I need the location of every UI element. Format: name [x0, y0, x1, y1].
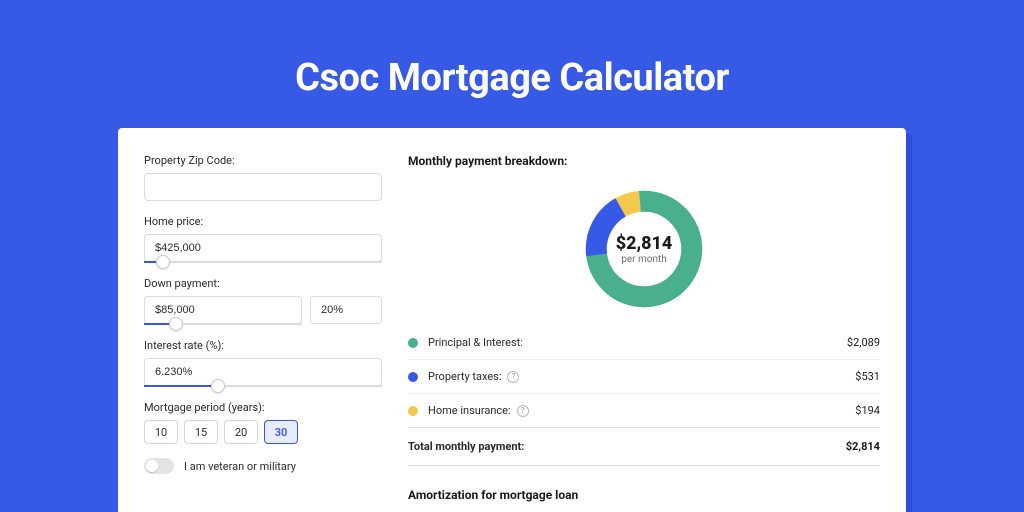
home-price-label: Home price: — [144, 215, 382, 228]
veteran-label: I am veteran or military — [184, 460, 296, 473]
zip-group: Property Zip Code: — [144, 154, 382, 201]
period-option-30[interactable]: 30 — [264, 420, 298, 444]
legend-dot — [408, 372, 418, 382]
legend-row-tax: Property taxes:? $531 — [408, 360, 880, 394]
zip-input[interactable] — [144, 173, 382, 201]
interest-slider[interactable] — [144, 385, 382, 387]
legend-label: Property taxes: — [428, 370, 501, 383]
down-payment-label: Down payment: — [144, 277, 382, 290]
page-title: Csoc Mortgage Calculator — [0, 0, 1024, 128]
period-group: Mortgage period (years): 10152030 — [144, 401, 382, 444]
interest-group: Interest rate (%): — [144, 339, 382, 387]
legend-value: $2,089 — [847, 336, 880, 349]
legend-row-ins: Home insurance:? $194 — [408, 394, 880, 427]
legend-dot — [408, 338, 418, 348]
legend-value: $194 — [855, 404, 880, 417]
donut-chart: $2,814 per month — [581, 186, 707, 312]
amortization-section: Amortization for mortgage loan Amortizat… — [408, 488, 880, 512]
legend-label: Home insurance: — [428, 404, 511, 417]
legend-value: $531 — [855, 370, 880, 383]
veteran-toggle[interactable] — [144, 458, 174, 474]
down-payment-amount-input[interactable] — [144, 296, 302, 324]
slider-thumb[interactable] — [156, 255, 170, 269]
total-value: $2,814 — [846, 440, 880, 453]
veteran-row: I am veteran or military — [144, 458, 382, 474]
amortization-title: Amortization for mortgage loan — [408, 488, 880, 502]
down-payment-pct-input[interactable] — [310, 296, 382, 324]
legend-label: Principal & Interest: — [428, 336, 523, 349]
home-price-group: Home price: — [144, 215, 382, 263]
legend-dot — [408, 406, 418, 416]
period-option-20[interactable]: 20 — [224, 420, 258, 444]
period-option-15[interactable]: 15 — [184, 420, 218, 444]
inputs-panel: Property Zip Code: Home price: Down paym… — [144, 154, 382, 512]
zip-label: Property Zip Code: — [144, 154, 382, 167]
total-row: Total monthly payment: $2,814 — [408, 427, 880, 466]
donut-sub: per month — [621, 254, 667, 265]
period-option-10[interactable]: 10 — [144, 420, 178, 444]
home-price-slider[interactable] — [144, 261, 382, 263]
down-payment-group: Down payment: — [144, 277, 382, 325]
legend-row-pi: Principal & Interest: $2,089 — [408, 326, 880, 360]
home-price-input[interactable] — [144, 234, 382, 262]
slider-thumb[interactable] — [211, 379, 225, 393]
interest-input[interactable] — [144, 358, 382, 386]
slider-thumb[interactable] — [169, 317, 183, 331]
donut-chart-wrap: $2,814 per month — [408, 178, 880, 326]
interest-label: Interest rate (%): — [144, 339, 382, 352]
breakdown-title: Monthly payment breakdown: — [408, 154, 880, 168]
period-label: Mortgage period (years): — [144, 401, 382, 414]
down-payment-slider[interactable] — [144, 323, 302, 325]
info-icon[interactable]: ? — [507, 371, 519, 383]
donut-amount: $2,814 — [616, 233, 673, 254]
breakdown-panel: Monthly payment breakdown: $2,814 per mo… — [408, 154, 880, 512]
total-label: Total monthly payment: — [408, 440, 524, 453]
calculator-card: Property Zip Code: Home price: Down paym… — [118, 128, 906, 512]
info-icon[interactable]: ? — [517, 405, 529, 417]
